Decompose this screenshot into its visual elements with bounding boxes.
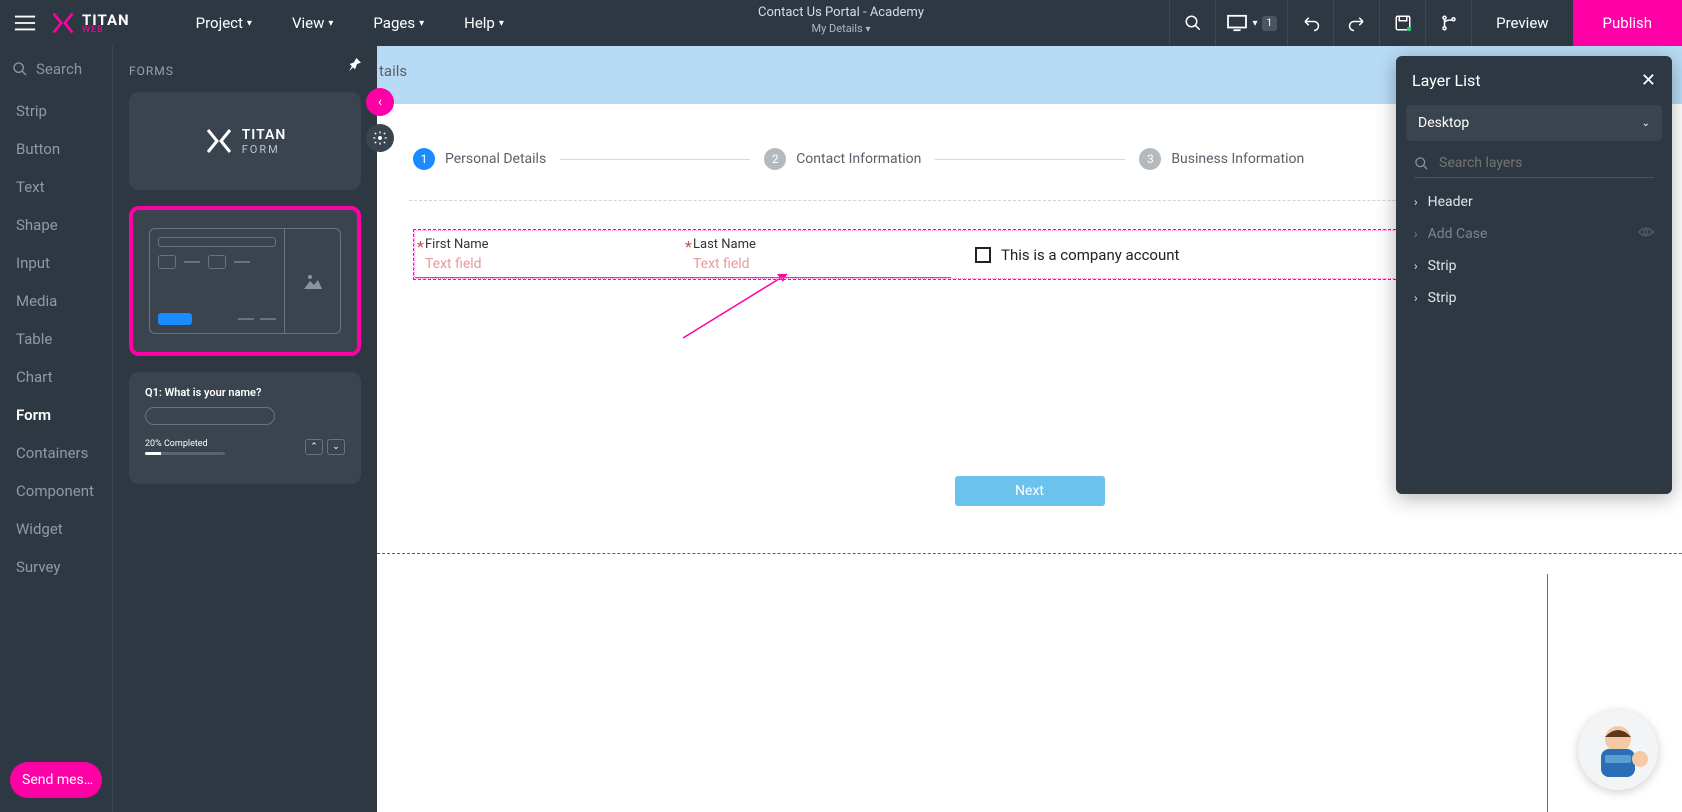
chevron-down-icon: ▾ (865, 24, 870, 35)
mascot-icon (1583, 715, 1653, 785)
sidebar-item-strip[interactable]: Strip (0, 92, 112, 130)
layer-list-panel: Layer List ✕ Desktop ⌄ ›Header›Add Case›… (1396, 56, 1672, 494)
chevron-down-icon: ▾ (1252, 18, 1257, 29)
chevron-down-icon: ▾ (328, 18, 333, 29)
layer-item[interactable]: ›Add Case (1396, 218, 1672, 250)
sidebar-item-media[interactable]: Media (0, 282, 112, 320)
hamburger-menu[interactable] (0, 14, 50, 32)
sidebar-item-input[interactable]: Input (0, 244, 112, 282)
sidebar-item-form[interactable]: Form (0, 396, 112, 434)
search-button[interactable] (1169, 0, 1215, 46)
form-template-selected[interactable] (129, 206, 361, 356)
device-dropdown[interactable]: Desktop ⌄ (1406, 105, 1662, 141)
up-arrow-icon: ⌃ (305, 439, 323, 455)
page-title: Contact Us Portal - Academy (758, 5, 924, 20)
preview-button[interactable]: Preview (1471, 0, 1572, 46)
menu-view[interactable]: View▾ (292, 14, 333, 32)
send-message-button[interactable]: Send mes… (10, 762, 102, 798)
layer-search[interactable] (1396, 141, 1672, 177)
menu-help[interactable]: Help▾ (464, 14, 504, 32)
sidebar-item-button[interactable]: Button (0, 130, 112, 168)
company-account-checkbox[interactable]: This is a company account (951, 231, 1179, 278)
page-subtitle[interactable]: My Details ▾ (758, 22, 924, 35)
guide-line (1547, 574, 1548, 812)
redo-icon (1348, 14, 1366, 32)
menu-pages[interactable]: Pages▾ (373, 14, 424, 32)
layer-item[interactable]: ›Strip (1396, 250, 1672, 282)
checkbox-icon (975, 247, 991, 263)
settings-button[interactable] (366, 124, 394, 152)
eye-icon (1638, 226, 1654, 242)
publish-button[interactable]: Publish (1573, 0, 1682, 46)
chevron-down-icon: ⌄ (1642, 118, 1650, 129)
chevron-down-icon: ▾ (419, 18, 424, 29)
layer-item[interactable]: ›Strip (1396, 282, 1672, 314)
save-button[interactable] (1379, 0, 1425, 46)
layer-search-input[interactable] (1439, 155, 1654, 171)
logo[interactable]: TITAN WEB (50, 10, 150, 36)
titan-icon (204, 126, 234, 156)
undo-icon (1302, 14, 1320, 32)
chevron-left-icon: ‹ (378, 94, 382, 110)
search-icon (1414, 156, 1429, 171)
chevron-right-icon: › (1414, 291, 1418, 305)
forms-panel-title: FORMS (129, 64, 361, 78)
chevron-right-icon: › (1414, 195, 1418, 209)
sidebar-search[interactable]: Search (0, 46, 112, 92)
chevron-right-icon: › (1414, 227, 1418, 241)
device-selector[interactable]: ▾ 1 (1215, 0, 1287, 46)
first-name-field[interactable]: * First Name Text field (415, 231, 683, 278)
pin-button[interactable] (347, 56, 363, 76)
search-icon (12, 61, 28, 77)
close-icon: ✕ (1641, 70, 1656, 91)
step-contact-info[interactable]: 2Contact Information (764, 148, 921, 170)
down-arrow-icon: ⌄ (327, 439, 345, 455)
layer-item[interactable]: ›Header (1396, 186, 1672, 218)
close-button[interactable]: ✕ (1641, 70, 1656, 91)
sidebar-item-text[interactable]: Text (0, 168, 112, 206)
chevron-down-icon: ▾ (247, 18, 252, 29)
menu-project[interactable]: Project▾ (196, 14, 252, 32)
sidebar-item-component[interactable]: Component (0, 472, 112, 510)
help-avatar[interactable] (1578, 710, 1658, 790)
step-personal-details[interactable]: 1Personal Details (413, 148, 546, 170)
sidebar-item-table[interactable]: Table (0, 320, 112, 358)
sidebar-item-containers[interactable]: Containers (0, 434, 112, 472)
form-template-quiz[interactable]: Q1: What is your name? 20% Completed ⌃ ⌄ (129, 372, 361, 484)
sidebar-item-survey[interactable]: Survey (0, 548, 112, 586)
step-business-info[interactable]: 3Business Information (1139, 148, 1304, 170)
logo-icon (50, 10, 76, 36)
search-icon (1184, 14, 1202, 32)
chevron-down-icon: ▾ (499, 18, 504, 29)
device-badge: 1 (1262, 16, 1278, 31)
branch-button[interactable] (1425, 0, 1471, 46)
chevron-right-icon: › (1414, 259, 1418, 273)
desktop-icon (1226, 14, 1248, 32)
collapse-panel-button[interactable]: ‹ (366, 88, 394, 116)
branch-icon (1440, 14, 1458, 32)
undo-button[interactable] (1287, 0, 1333, 46)
form-template-titan[interactable]: TITAN FORM (129, 92, 361, 190)
gear-icon (372, 130, 388, 146)
sidebar-item-widget[interactable]: Widget (0, 510, 112, 548)
sidebar-item-shape[interactable]: Shape (0, 206, 112, 244)
save-icon (1394, 14, 1412, 32)
pin-icon (347, 56, 363, 72)
sidebar-item-chart[interactable]: Chart (0, 358, 112, 396)
image-icon (301, 269, 325, 293)
layer-list-title: Layer List (1412, 71, 1481, 90)
next-button[interactable]: Next (955, 476, 1105, 506)
redo-button[interactable] (1333, 0, 1379, 46)
last-name-field[interactable]: * Last Name Text field (683, 231, 951, 278)
